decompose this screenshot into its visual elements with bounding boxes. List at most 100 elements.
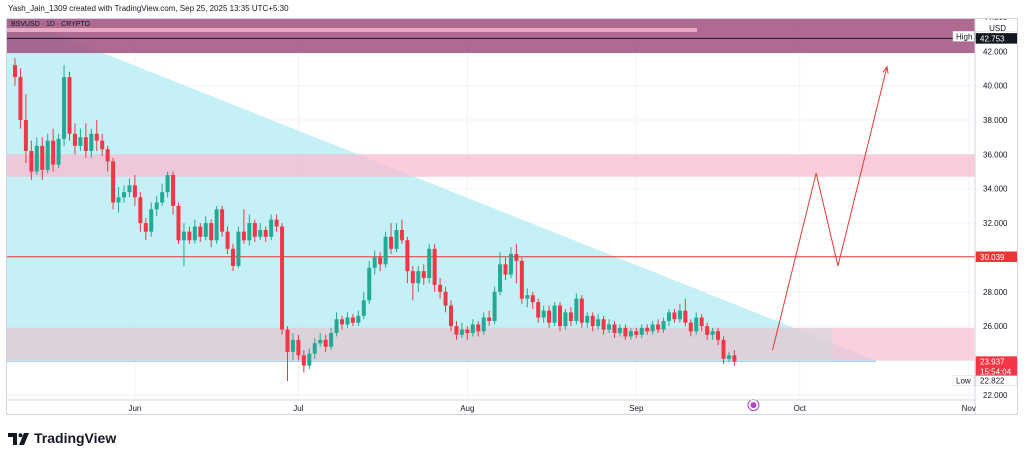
candle-body-8 [56,138,61,165]
candle-body-122 [677,310,682,320]
x-tick-label-oct: Oct [794,404,807,413]
price-label-value-level: 30.039 [980,253,1005,262]
descending-triangle [7,19,877,361]
x-tick-label-jun: Jun [128,404,141,413]
currency-label[interactable]: USD [989,24,1006,33]
candle-body-127 [705,326,710,335]
tradingview-logo-icon [8,432,30,445]
candle-body-74 [416,271,421,284]
price-label-low: 22.822 Low [952,375,1017,386]
candle-body-31 [181,231,186,241]
candle-body-21 [127,185,132,193]
candle-body-131 [726,355,731,359]
tradingview-brand[interactable]: TradingView [8,430,116,446]
candle-body-81 [454,326,459,335]
candle-body-65 [367,267,372,301]
candle-body-119 [661,320,666,330]
price-label-sub-last: 15:54:04 [980,368,1012,377]
candle-body-43 [247,223,252,241]
candle-body-5 [40,145,45,170]
high-zone [7,19,975,54]
candle-body-7 [51,140,56,165]
price-label-value-last: 23.937 [980,358,1005,367]
chart-frame[interactable]: 22.00024.00026.00028.00030.00032.00034.0… [6,18,1018,415]
candle-body-18 [111,161,116,203]
candle-body-89 [498,264,503,292]
candle-body-96 [536,302,541,318]
resistance-zone [7,154,975,177]
candle-body-33 [192,226,197,241]
candle-body-86 [481,317,486,332]
candle-body-124 [688,322,693,332]
price-label-value-last-high: 42.753 [980,34,1005,43]
candle-body-66 [372,257,377,268]
candle-body-39 [225,231,230,249]
candle-body-110 [612,324,617,333]
candle-body-63 [356,315,361,323]
x-tick-label-jul: Jul [293,404,303,413]
candle-body-20 [122,192,126,198]
event-icon-0 [747,399,760,412]
candle-body-19 [116,197,121,203]
candle-body-2 [23,120,28,151]
candle-body-99 [552,305,557,323]
candle-body-92 [514,254,519,261]
candle-body-77 [432,248,437,285]
candle-body-11 [72,133,77,146]
candle-body-52 [296,339,301,356]
y-tick-label-2: 26.000 [983,322,1008,331]
candle-body-35 [203,223,208,237]
candle-body-13 [83,137,88,151]
candle-body-84 [470,324,475,333]
candle-body-80 [449,305,453,327]
candle-body-97 [541,310,546,318]
candle-body-112 [623,327,628,337]
candle-body-41 [236,231,241,267]
candle-body-62 [350,317,355,323]
x-tick-label-nov: Nov [962,404,976,413]
candle-body-115 [639,327,644,335]
candle-body-128 [710,331,715,335]
candle-body-37 [214,209,219,241]
candle-body-114 [634,331,639,335]
candle-body-106 [590,315,595,327]
candle-body-68 [383,236,388,265]
candle-body-40 [231,248,235,267]
candle-body-120 [667,312,671,321]
x-tick-label-aug: Aug [460,404,474,413]
candle-body-67 [378,257,383,265]
candle-body-95 [530,295,535,303]
price-label-last: 23.93715:54:04 [975,356,1017,377]
candle-body-132 [732,355,737,362]
candle-body-45 [258,229,263,237]
candle-body-61 [345,317,350,325]
candle-body-118 [656,324,661,330]
candle-body-30 [176,205,181,241]
candle-body-25 [149,209,154,232]
candle-body-54 [307,353,312,366]
candle-body-87 [487,317,492,321]
candle-body-55 [312,343,317,354]
candle-body-123 [683,310,688,323]
candle-body-22 [132,185,137,198]
candle-body-29 [171,175,176,206]
candle-body-108 [601,319,606,330]
candle-body-93 [519,260,524,299]
price-chart[interactable]: 22.00024.00026.00028.00030.00032.00034.0… [7,19,1017,414]
y-tick-label-9: 40.000 [983,82,1008,91]
candle-body-60 [340,319,344,325]
candle-body-90 [503,264,508,275]
candle-body-28 [165,175,170,193]
candle-body-27 [160,192,165,203]
candle-body-73 [410,271,415,284]
candle-body-113 [628,331,633,337]
symbol-label[interactable]: BSVUSD · 1D · CRYPTO [11,21,90,28]
chart-header-credit: Yash_Jain_1309 created with TradingView.… [8,4,289,13]
price-label-last-high: 42.753 [975,33,1017,44]
y-tick-label-10: 42.000 [983,47,1008,56]
candle-body-46 [263,229,268,237]
candle-body-38 [220,209,225,232]
candle-body-51 [290,339,295,352]
y-tick-label-8: 38.000 [983,116,1008,125]
candle-body-6 [45,140,50,170]
